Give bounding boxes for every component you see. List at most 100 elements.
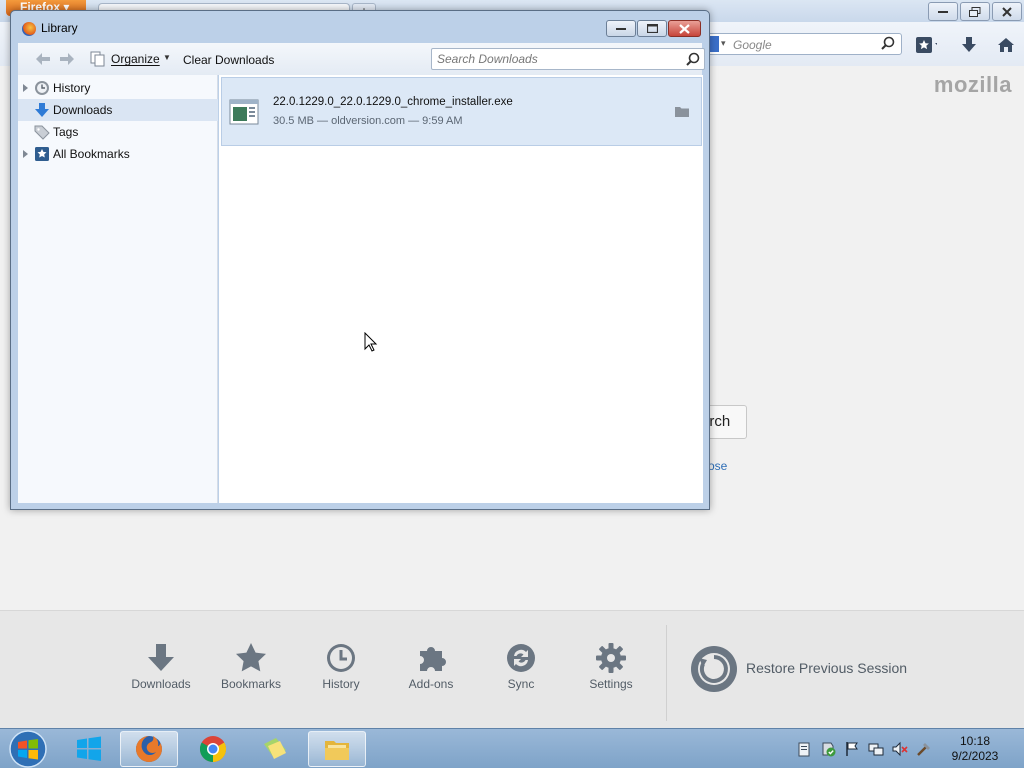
sync-icon: [507, 644, 535, 672]
sidebar-item-history[interactable]: History: [18, 77, 218, 99]
organize-button[interactable]: Organize: [111, 52, 160, 66]
maximize-button[interactable]: [637, 20, 667, 37]
organize-icon: [90, 51, 105, 67]
puzzle-icon: [420, 647, 446, 671]
search-downloads-box[interactable]: [431, 48, 705, 70]
close-button[interactable]: [992, 2, 1022, 21]
mozilla-logo: mozilla: [933, 72, 1012, 97]
downloads-list: 22.0.1229.0_22.0.1229.0_chrome_installer…: [219, 75, 703, 503]
mouse-cursor-icon: [364, 332, 378, 352]
launcher-history[interactable]: History: [296, 641, 386, 701]
taskbar-windows-store[interactable]: [60, 731, 118, 767]
firefox-window-controls: [928, 2, 1022, 21]
sidebar-item-label: All Bookmarks: [53, 147, 130, 161]
launcher-label: Bookmarks: [220, 677, 282, 691]
launcher-settings[interactable]: Settings: [566, 641, 656, 701]
network-icon[interactable]: [868, 741, 884, 757]
chevron-down-icon: ▼: [163, 53, 171, 62]
bookmark-star-icon: [916, 37, 937, 53]
restore-session-icon[interactable]: [689, 644, 739, 694]
sidebar-item-tags[interactable]: Tags: [18, 121, 218, 143]
back-arrow-icon[interactable]: [35, 51, 51, 67]
minimize-button[interactable]: [606, 20, 636, 37]
windows-tiles-icon: [77, 736, 101, 761]
volume-muted-icon[interactable]: [892, 741, 908, 757]
taskbar-sticky-notes[interactable]: [246, 731, 304, 767]
start-button[interactable]: [3, 730, 53, 768]
launcher-downloads[interactable]: Downloads: [116, 641, 206, 701]
minimize-button[interactable]: [928, 2, 958, 21]
close-button[interactable]: [668, 20, 701, 37]
executable-file-icon: [229, 99, 259, 125]
page-link[interactable]: ose: [708, 459, 727, 473]
folder-icon: [325, 741, 349, 760]
library-toolbar: Organize ▼ Clear Downloads: [18, 43, 705, 75]
sidebar-item-label: Tags: [53, 125, 79, 139]
clipboard-icon[interactable]: [796, 741, 812, 757]
restore-session-button[interactable]: Restore Previous Session: [746, 660, 907, 676]
expand-icon[interactable]: [23, 84, 28, 92]
download-icon: [962, 37, 976, 52]
chrome-icon: [199, 736, 227, 763]
restore-button[interactable]: [960, 2, 990, 21]
clock-icon: [35, 81, 49, 95]
search-downloads-input[interactable]: [432, 49, 682, 69]
close-icon: [679, 23, 690, 34]
launcher-label: History: [322, 677, 360, 691]
search-icon[interactable]: [881, 36, 895, 50]
sidebar-item-all-bookmarks[interactable]: All Bookmarks: [18, 143, 218, 165]
download-item[interactable]: 22.0.1229.0_22.0.1229.0_chrome_installer…: [221, 77, 702, 146]
sidebar-item-label: History: [53, 81, 91, 95]
home-button[interactable]: [995, 34, 1017, 56]
tag-icon: [34, 125, 50, 140]
download-status: 30.5 MB — oldversion.com — 9:59 AM: [273, 115, 463, 127]
expand-icon[interactable]: [23, 150, 28, 158]
launcher-label: Settings: [589, 677, 633, 691]
chevron-down-icon[interactable]: ▾: [721, 38, 726, 49]
launcher-label: Add-ons: [408, 677, 454, 691]
web-search-box[interactable]: ▾ Google: [704, 33, 902, 55]
flag-icon[interactable]: [844, 741, 860, 757]
clear-downloads-button[interactable]: Clear Downloads: [183, 53, 274, 67]
star-icon: [236, 643, 266, 672]
tools-icon[interactable]: [916, 741, 932, 757]
restore-icon: [969, 6, 981, 17]
bookmarks-menu-button[interactable]: [915, 34, 937, 56]
download-icon: [148, 644, 174, 671]
maximize-icon: [646, 24, 658, 33]
launcher-divider: [666, 625, 667, 721]
home-icon: [998, 38, 1014, 52]
bookmark-star-icon: [35, 147, 49, 161]
taskbar-firefox[interactable]: [120, 731, 178, 767]
security-check-icon[interactable]: [820, 741, 836, 757]
web-search-placeholder: Google: [733, 38, 772, 52]
download-filename: 22.0.1229.0_22.0.1229.0_chrome_installer…: [273, 96, 513, 108]
library-window: Library Organize ▼ Clear Downloads Histo…: [10, 10, 710, 510]
search-icon[interactable]: [686, 52, 700, 66]
minimize-icon: [938, 10, 948, 13]
taskbar-chrome[interactable]: [184, 731, 242, 767]
launcher-label: Sync: [507, 677, 535, 691]
forward-arrow-icon[interactable]: [59, 51, 75, 67]
sidebar-item-label: Downloads: [53, 103, 113, 117]
clock-date: 9/2/2023: [951, 749, 999, 763]
sidebar-item-downloads[interactable]: Downloads: [18, 99, 218, 121]
system-clock[interactable]: 10:18 9/2/2023: [938, 734, 1012, 764]
sticky-notes-icon: [264, 738, 286, 759]
firefox-icon: [22, 22, 36, 36]
close-icon: [1002, 6, 1012, 17]
clock-time: 10:18: [959, 734, 991, 748]
launcher-bookmarks[interactable]: Bookmarks: [206, 641, 296, 701]
gear-icon: [596, 643, 626, 673]
launcher-label: Downloads: [131, 677, 191, 691]
clock-icon: [327, 644, 355, 672]
taskbar-file-explorer[interactable]: [308, 731, 366, 767]
library-window-controls: [606, 20, 701, 37]
downloads-toolbar-button[interactable]: [958, 34, 980, 56]
window-title: Library: [41, 21, 78, 35]
launcher-sync[interactable]: Sync: [476, 641, 566, 701]
launcher-addons[interactable]: Add-ons: [386, 641, 476, 701]
taskbar: 10:18 9/2/2023: [0, 728, 1024, 768]
folder-icon[interactable]: [675, 106, 689, 117]
system-tray: [796, 741, 932, 757]
